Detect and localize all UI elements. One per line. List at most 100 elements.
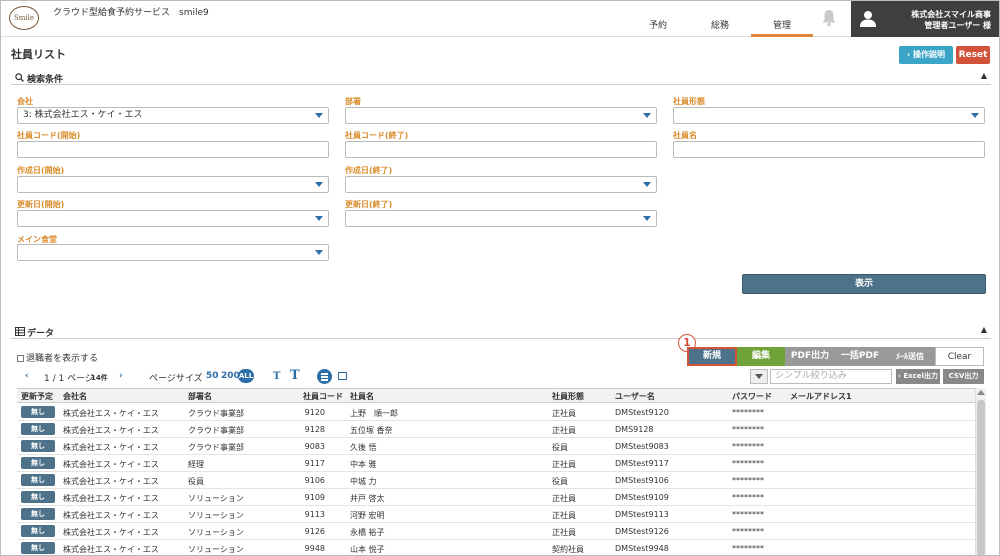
grid-scrollbar-thumb[interactable] (977, 400, 985, 555)
cell-code: 9120 (304, 408, 325, 417)
bulk-pdf-button[interactable]: 一括PDF (835, 347, 885, 366)
nav-tab-general-affairs[interactable]: 総務 (701, 19, 739, 37)
cell-username: DMStest9126 (615, 527, 669, 536)
cell-company: 株式会社エス・ケイ・エス (63, 545, 159, 554)
updated-end-select[interactable] (345, 210, 657, 227)
department-select[interactable] (345, 107, 657, 124)
show-retired-checkbox[interactable]: 退職者を表示する (17, 351, 98, 364)
column-header-name[interactable]: 社員名 (350, 391, 374, 402)
cell-department: ソリューション (188, 545, 244, 554)
table-row[interactable]: 無し 株式会社エス・ケイ・エス クラウド事業部 9083 久後 悟 役員 DMStest90… (17, 438, 975, 455)
grid-header: 更新予定 会社名 部署名 社員コード 社員名 社員形態 ユーザー名 パスワード … (17, 388, 975, 403)
cell-department: クラウド事業部 (188, 409, 244, 418)
list-view-icon[interactable] (317, 369, 332, 384)
cell-department: ソリューション (188, 511, 244, 520)
update-schedule-badge[interactable]: 無し (21, 542, 55, 554)
collapse-caret-icon[interactable]: ▲ (981, 325, 987, 334)
table-row[interactable]: 無し 株式会社エス・ケイ・エス ソリューション 9113 河野 宏明 正社員 DMStest… (17, 506, 975, 523)
cell-password: ******** (732, 442, 764, 451)
cell-password: ******** (732, 544, 764, 553)
checkbox-box[interactable] (17, 355, 24, 362)
code-start-input[interactable] (17, 141, 329, 158)
grid-view-icon[interactable] (338, 372, 347, 380)
page-size-all[interactable]: ALL (238, 369, 254, 383)
column-header-password[interactable]: パスワード (732, 391, 772, 402)
column-header-username[interactable]: ユーザー名 (615, 391, 655, 402)
font-large-button[interactable]: T (290, 368, 300, 383)
help-button[interactable]: ‹ 操作説明 (899, 46, 953, 64)
collapse-caret-icon[interactable]: ▲ (981, 71, 987, 80)
pdf-export-button[interactable]: PDF出力 (785, 347, 835, 366)
column-header-email[interactable]: メールアドレス1 (790, 391, 852, 402)
font-small-button[interactable]: T (273, 371, 280, 382)
new-button[interactable]: 新規 (687, 347, 737, 366)
edit-button[interactable]: 編集 (737, 347, 785, 366)
page-size-200[interactable]: 200 (221, 371, 240, 381)
smile-logo[interactable]: Smile (9, 6, 39, 30)
app-title: クラウド型給食予約サービス smile9 (53, 8, 209, 18)
show-button[interactable]: 表示 (742, 274, 986, 294)
send-mail-button[interactable]: ﾒｰﾙ送信 (885, 347, 935, 366)
data-section-header[interactable]: データ ▲ (11, 325, 991, 339)
column-header-schedule[interactable]: 更新予定 (21, 391, 53, 402)
update-schedule-badge[interactable]: 無し (21, 491, 55, 503)
cell-company: 株式会社エス・ケイ・エス (63, 409, 159, 418)
created-end-select[interactable] (345, 176, 657, 193)
cell-code: 9109 (304, 493, 325, 502)
search-section-header[interactable]: 検索条件 ▲ (11, 71, 991, 85)
table-row[interactable]: 無し 株式会社エス・ケイ・エス 経理 9117 中本 雅 正社員 DMStest9117 **… (17, 455, 975, 472)
update-schedule-badge[interactable]: 無し (21, 508, 55, 520)
user-box[interactable]: 株式会社スマイル商事 管理者ユーザー 様 (851, 1, 999, 37)
company-select-value: 3: 株式会社エス・ケイ・エス (23, 110, 143, 120)
nav-tab-admin[interactable]: 管理 (751, 19, 813, 37)
update-schedule-badge[interactable]: 無し (21, 406, 55, 418)
updated-start-select[interactable] (17, 210, 329, 227)
update-schedule-badge[interactable]: 無し (21, 474, 55, 486)
clear-button[interactable]: Clear (935, 347, 984, 366)
update-schedule-badge[interactable]: 無し (21, 525, 55, 537)
nav-tab-reservation[interactable]: 予約 (641, 19, 675, 37)
created-start-select[interactable] (17, 176, 329, 193)
reset-button[interactable]: Reset (956, 46, 990, 64)
cell-company: 株式会社エス・ケイ・エス (63, 443, 159, 452)
cell-password: ******** (732, 527, 764, 536)
csv-export-button[interactable]: CSV出力 (943, 369, 984, 384)
page-size-50[interactable]: 50 (206, 371, 219, 381)
cell-company: 株式会社エス・ケイ・エス (63, 426, 159, 435)
table-row[interactable]: 無し 株式会社エス・ケイ・エス クラウド事業部 9128 五位塚 香奈 正社員 DMS912… (17, 421, 975, 438)
table-row[interactable]: 無し 株式会社エス・ケイ・エス ソリューション 9948 山本 悦子 契約社員 DMStes… (17, 540, 975, 555)
cell-code: 9948 (304, 544, 325, 553)
column-header-type[interactable]: 社員形態 (552, 391, 584, 402)
main-cafeteria-select[interactable] (17, 244, 329, 261)
cell-department: 経理 (188, 460, 204, 469)
excel-export-button[interactable]: ‹ Excel出力 (896, 369, 940, 384)
simple-filter-input[interactable]: シンプル絞り込み (770, 369, 892, 384)
chevron-down-icon (315, 113, 323, 118)
cell-company: 株式会社エス・ケイ・エス (63, 528, 159, 537)
cell-type: 役員 (552, 477, 568, 486)
employee-name-input[interactable] (673, 141, 985, 158)
update-schedule-badge[interactable]: 無し (21, 423, 55, 435)
cell-name: 山本 悦子 (350, 545, 385, 554)
table-row[interactable]: 無し 株式会社エス・ケイ・エス ソリューション 9126 永橋 裕子 正社員 DMStest… (17, 523, 975, 540)
table-row[interactable]: 無し 株式会社エス・ケイ・エス ソリューション 9109 井戸 啓太 正社員 DMStest… (17, 489, 975, 506)
company-select[interactable]: 3: 株式会社エス・ケイ・エス (17, 107, 329, 124)
cell-type: 正社員 (552, 460, 576, 469)
column-header-company[interactable]: 会社名 (63, 391, 87, 402)
chevron-down-icon (315, 216, 323, 221)
cell-username: DMStest9083 (615, 442, 669, 451)
update-schedule-badge[interactable]: 無し (21, 457, 55, 469)
update-schedule-badge[interactable]: 無し (21, 440, 55, 452)
filter-icon[interactable] (750, 369, 768, 384)
table-row[interactable]: 無し 株式会社エス・ケイ・エス クラウド事業部 9120 上野 順一郎 正社員 DMStes… (17, 404, 975, 421)
bell-icon[interactable] (821, 9, 837, 27)
chevron-down-icon (315, 250, 323, 255)
table-row[interactable]: 無し 株式会社エス・ケイ・エス 役員 9106 中城 力 役員 DMStest9106 ***… (17, 472, 975, 489)
column-header-code[interactable]: 社員コード (303, 391, 343, 402)
scroll-up-icon[interactable] (977, 390, 985, 395)
prev-page-icon[interactable]: ‹ (25, 371, 29, 381)
employment-type-select[interactable] (673, 107, 985, 124)
column-header-department[interactable]: 部署名 (188, 391, 212, 402)
code-end-input[interactable] (345, 141, 657, 158)
next-page-icon[interactable]: › (119, 371, 123, 381)
